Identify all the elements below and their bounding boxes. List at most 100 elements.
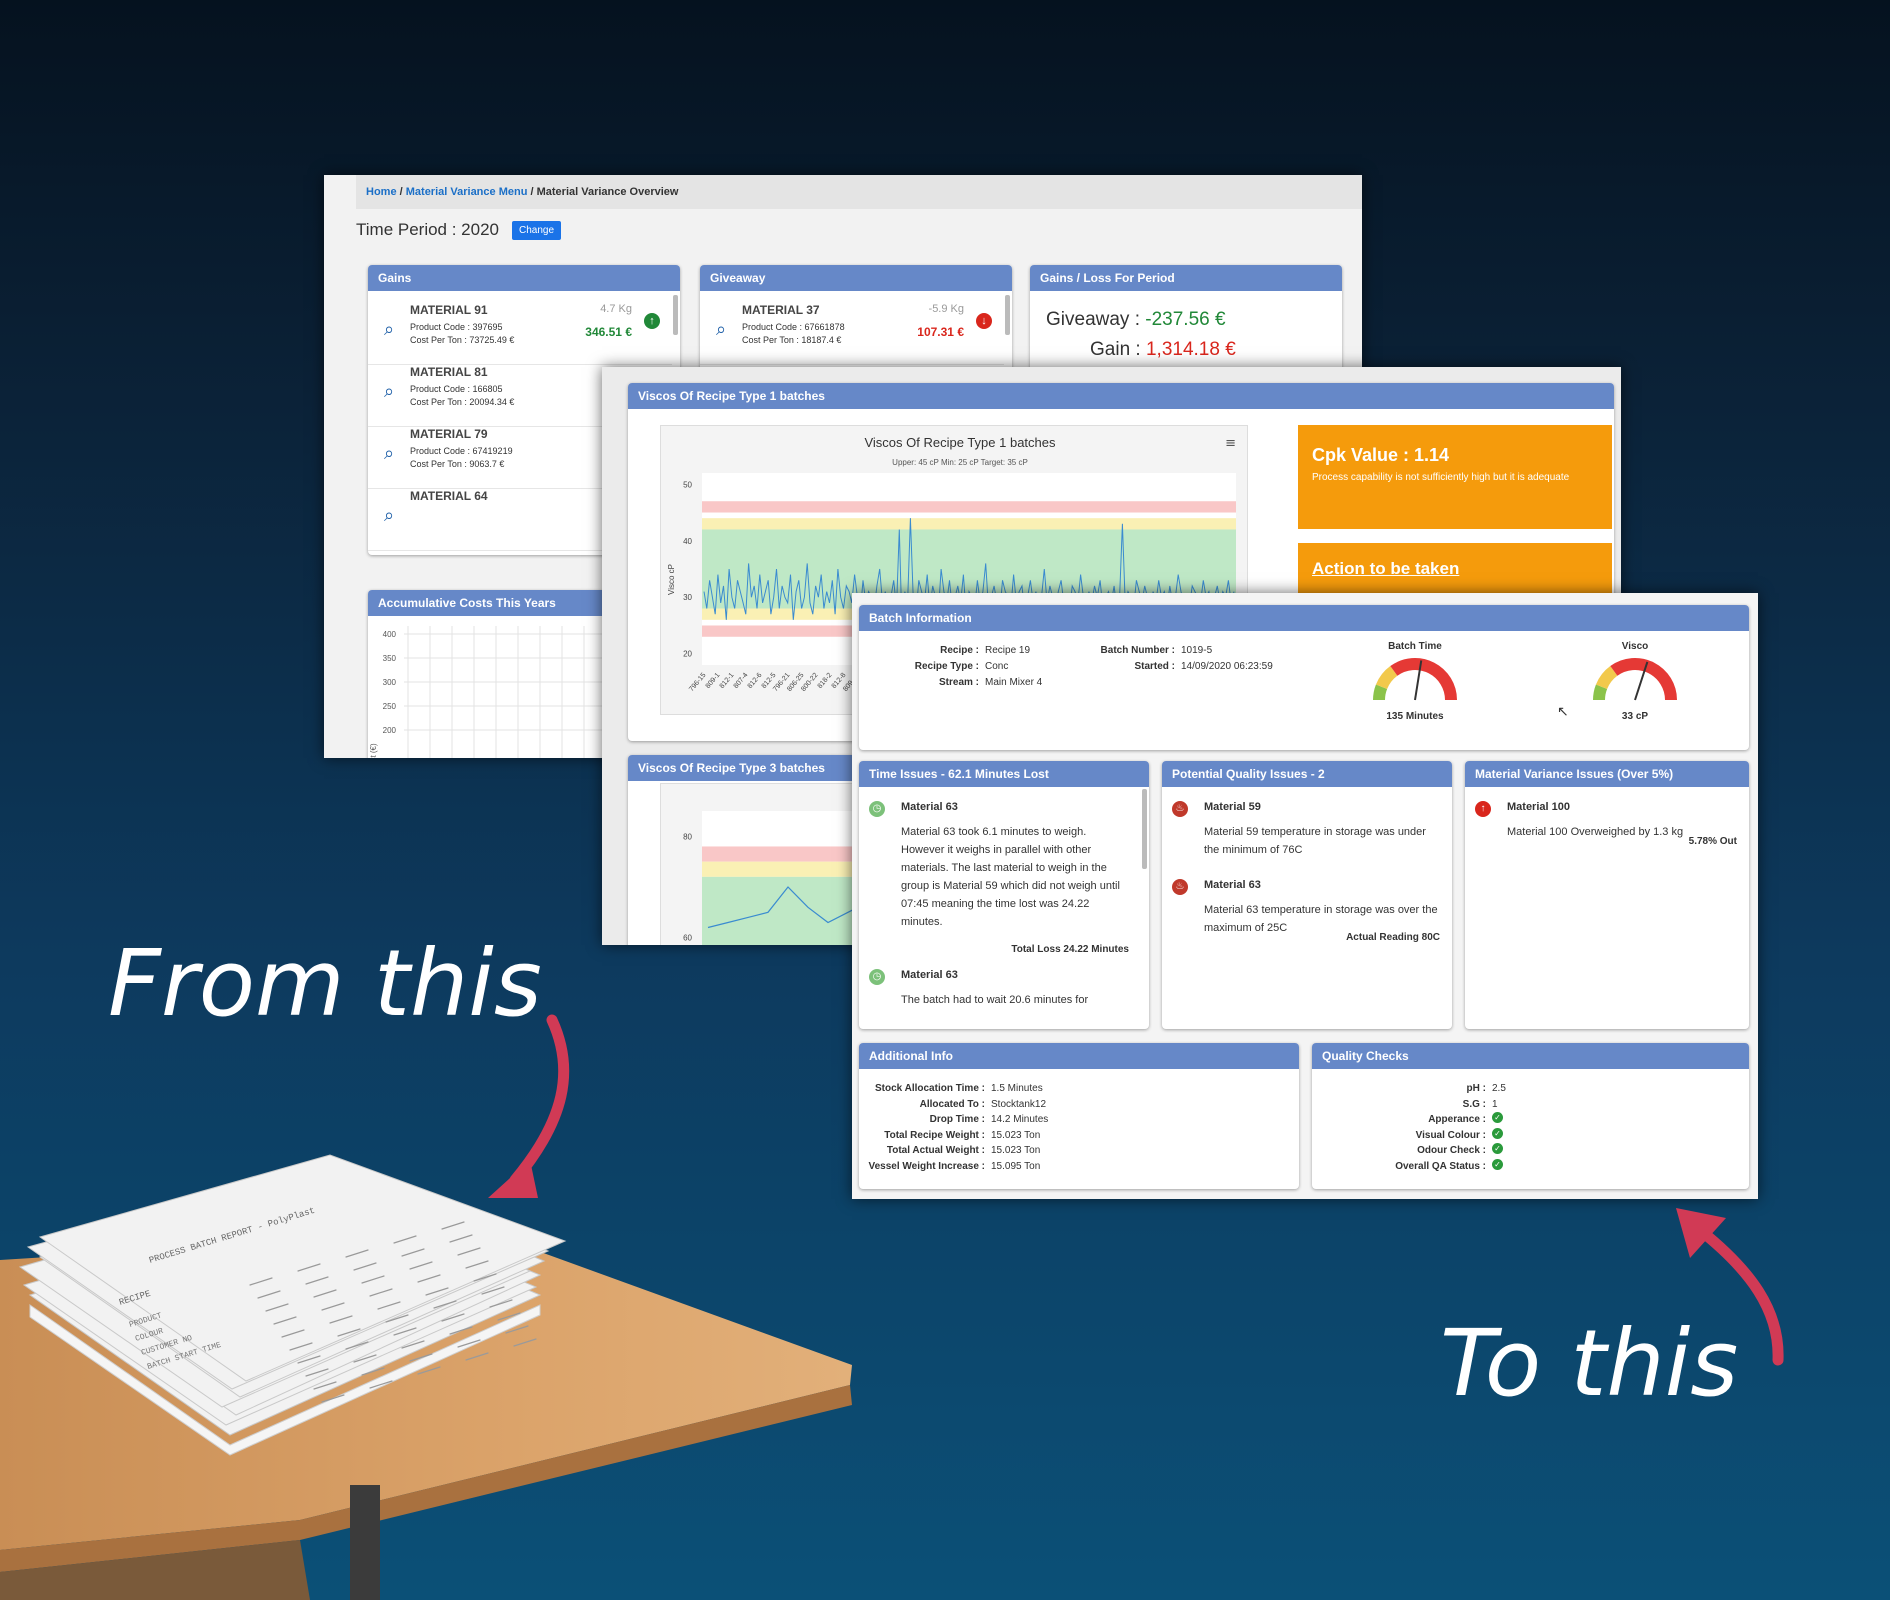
gain-value: 1,314.18 € — [1145, 339, 1236, 360]
x-tick-label: 812-6 — [747, 672, 764, 690]
breadcrumb-home-link[interactable]: Home — [366, 186, 397, 198]
cost-per-ton-text: Cost Per Ton : 73725.49 € — [410, 335, 515, 345]
info-value: 2.5 — [1492, 1083, 1506, 1094]
scrollbar[interactable] — [1142, 789, 1147, 869]
batch-time-gauge-dial — [1373, 658, 1457, 701]
product-code: Product Code : 166805 Cost Per Ton : 2009… — [410, 383, 514, 409]
product-code-text: Product Code : 166805 — [410, 384, 503, 394]
product-code-text: Product Code : 67419219 — [410, 446, 513, 456]
arrow-down-circle-icon: ↓ — [976, 313, 992, 329]
batch-information-title: Batch Information — [859, 605, 1749, 631]
giveaway-label: Giveaway : — [1046, 309, 1140, 330]
info-label: Vessel Weight Increase : — [868, 1160, 985, 1172]
breadcrumb-menu-link[interactable]: Material Variance Menu — [406, 186, 528, 198]
started-value: 14/09/2020 06:23:59 — [1181, 661, 1273, 672]
time-issues-list: ◷ Material 63 Material 63 took 6.1 minutes… — [859, 787, 1141, 1029]
breadcrumb-current: Material Variance Overview — [536, 186, 679, 198]
batch-number-value: 1019-5 — [1181, 645, 1213, 656]
y-tick-label: 400 — [383, 630, 397, 639]
giveaway-card: Giveaway ⌕ MATERIAL 37 Product Code : 6766… — [700, 265, 1012, 375]
gauge-segment — [1390, 658, 1457, 701]
clock-icon: ◷ — [869, 801, 885, 817]
issue-title: Material 63 — [901, 969, 958, 981]
issue-item[interactable]: ◷ Material 63 Material 63 took 6.1 minutes… — [859, 799, 1141, 961]
cost-per-ton-text: Cost Per Ton : 18187.4 € — [742, 335, 842, 345]
material-cost: 346.51 € — [585, 325, 632, 339]
info-value: 15.023 Ton — [991, 1129, 1041, 1141]
info-row: Total Recipe Weight : 15.023 Ton — [859, 1128, 1299, 1144]
x-tick-label: 807-4 — [733, 672, 750, 690]
upper-limit-band — [702, 501, 1236, 513]
product-code: Product Code : 67419219 Cost Per Ton : 90… — [410, 445, 513, 471]
additional-info-card: Additional Info Stock Allocation Time : 1… — [859, 1043, 1299, 1189]
search-icon[interactable]: ⌕ — [384, 319, 394, 340]
batch-time-gauge: Batch Time 135 Minutes — [1365, 641, 1465, 722]
search-icon[interactable]: ⌕ — [384, 443, 394, 464]
y-tick-label: 60 — [683, 934, 692, 943]
product-code: Product Code : 67661878 Cost Per Ton : 18… — [742, 321, 845, 347]
issue-title: Material 100 — [1507, 801, 1570, 813]
check-icon: ✓ — [1492, 1158, 1503, 1170]
info-row: Apperance : ✓ — [1312, 1112, 1749, 1128]
issue-item[interactable]: ◷ Material 63 The batch had to wait 20.6 m… — [859, 967, 1141, 1029]
thermometer-icon: ♨ — [1172, 801, 1188, 817]
paper-data-mark — [465, 1352, 489, 1361]
info-label: Overall QA Status : — [1395, 1160, 1486, 1172]
giveaway-list: ⌕ MATERIAL 37 Product Code : 67661878 Cost … — [700, 291, 1004, 375]
mouse-cursor-icon: ↖ — [1557, 703, 1569, 719]
time-issues-title: Time Issues - 62.1 Minutes Lost — [859, 761, 1149, 787]
gauge-segment — [1373, 684, 1388, 701]
info-row: Visual Colour : ✓ — [1312, 1127, 1749, 1144]
breadcrumb: Home / Material Variance Menu / Material… — [356, 175, 1362, 209]
info-label: Total Recipe Weight : — [884, 1129, 985, 1141]
quality-issues-card: Potential Quality Issues - 2 ♨ Material 5… — [1162, 761, 1452, 1029]
info-label: Allocated To : — [919, 1098, 985, 1110]
product-code-text: Product Code : 67661878 — [742, 322, 845, 332]
y-tick-label: 250 — [383, 702, 397, 711]
search-icon[interactable]: ⌕ — [716, 319, 726, 340]
info-row: Overall QA Status : ✓ — [1312, 1158, 1749, 1175]
arrow-up-circle-icon: ↑ — [644, 313, 660, 329]
search-icon[interactable]: ⌕ — [384, 381, 394, 402]
issue-item[interactable]: ♨ Material 63 Material 63 temperature in s… — [1162, 877, 1452, 949]
visco-gauge-dial — [1593, 658, 1677, 701]
info-row: S.G : 1 — [1312, 1097, 1749, 1113]
x-tick-label: 818-2 — [817, 672, 834, 690]
product-code-text: Product Code : 397695 — [410, 322, 503, 332]
giveaway-title: Giveaway — [700, 265, 1012, 291]
gauge-segment — [1593, 684, 1608, 701]
x-tick-label: 796-15 — [688, 672, 707, 693]
arrow-up-circle-icon: ↑ — [1475, 801, 1491, 817]
issue-item[interactable]: ♨ Material 59 Material 59 temperature in s… — [1162, 799, 1452, 871]
issue-text: Material 59 temperature in storage was u… — [1204, 826, 1426, 856]
info-label: Stock Allocation Time : — [874, 1083, 985, 1094]
stream-value: Main Mixer 4 — [985, 677, 1043, 688]
y-tick-label: 40 — [683, 537, 692, 546]
action-title[interactable]: Action to be taken — [1312, 559, 1598, 579]
issue-item[interactable]: ↑ Material 100 Material 100 Overweighed by… — [1465, 799, 1749, 853]
scrollbar[interactable] — [1005, 295, 1010, 335]
issue-title: Material 63 — [901, 801, 958, 813]
issue-text: The batch had to wait 20.6 minutes for — [901, 994, 1089, 1006]
y-tick-label: 20 — [683, 650, 692, 659]
cpk-box: Cpk Value : 1.14 Process capability is n… — [1298, 425, 1612, 529]
cost-per-ton-text: Cost Per Ton : 9063.7 € — [410, 459, 505, 469]
change-button[interactable]: Change — [512, 221, 562, 240]
quality-issues-title: Potential Quality Issues - 2 — [1162, 761, 1452, 787]
gauge-segment — [1610, 658, 1677, 701]
material-item[interactable]: ⌕ MATERIAL 37 Product Code : 67661878 Cost … — [700, 291, 1004, 365]
y-tick-label: 50 — [683, 480, 692, 489]
info-row: pH : 2.5 — [1312, 1081, 1749, 1097]
info-row: Drop Time : 14.2 Minutes — [859, 1112, 1299, 1128]
scrollbar[interactable] — [673, 295, 678, 335]
paper-stack-icon: PROCESS BATCH REPORT - PolyPlast RECIPE … — [18, 1154, 567, 1456]
info-value: 15.095 Ton — [991, 1160, 1041, 1172]
thermometer-icon: ♨ — [1172, 879, 1188, 895]
info-row: Vessel Weight Increase : 15.095 Ton — [859, 1159, 1299, 1175]
info-label: Total Actual Weight : — [886, 1145, 985, 1156]
search-icon[interactable]: ⌕ — [384, 505, 394, 526]
batch-information-card: Batch Information Recipe : Recipe Type :… — [859, 605, 1749, 750]
info-value: Stocktank12 — [991, 1098, 1047, 1110]
additional-info-rows: Stock Allocation Time : 1.5 Minutes Alloca… — [859, 1081, 1299, 1174]
material-name: MATERIAL 64 — [410, 489, 488, 503]
